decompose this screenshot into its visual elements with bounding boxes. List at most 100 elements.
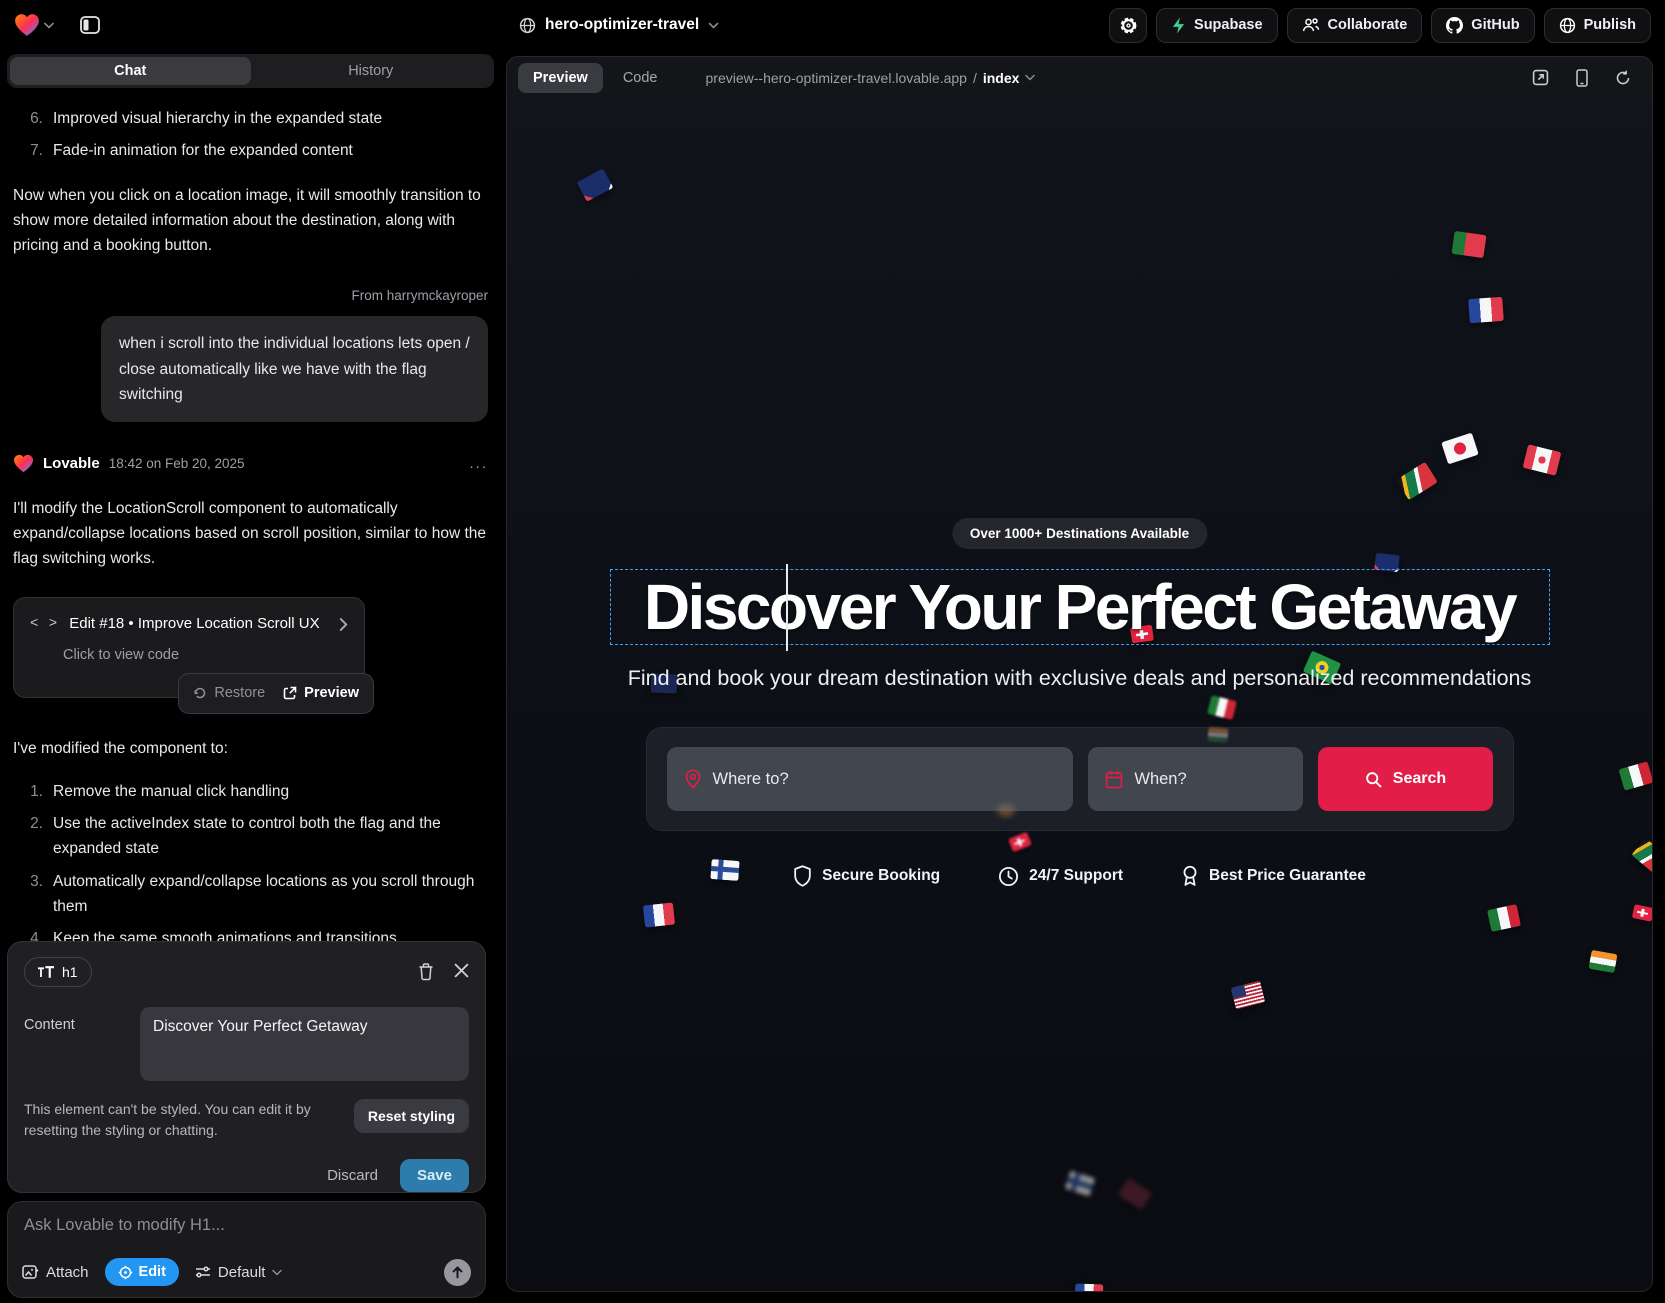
publish-label: Publish xyxy=(1584,17,1636,33)
hero-title[interactable]: Discover Your Perfect Getaway xyxy=(644,570,1515,644)
where-placeholder: Where to? xyxy=(713,770,789,789)
preview-panel: Preview Code preview--hero-optimizer-tra… xyxy=(506,56,1653,1292)
lovable-logo-menu[interactable] xyxy=(14,13,54,37)
text-caret xyxy=(786,564,788,651)
chevron-down-icon xyxy=(1025,74,1035,81)
chevron-down-icon xyxy=(272,1269,282,1276)
tab-code[interactable]: Code xyxy=(623,70,658,86)
supabase-label: Supabase xyxy=(1194,17,1263,33)
calendar-icon xyxy=(1105,770,1123,789)
map-pin-icon xyxy=(684,769,702,789)
content-label: Content xyxy=(24,1007,126,1081)
settings-button[interactable] xyxy=(1109,8,1147,43)
list-item: 7.Fade-in animation for the expanded con… xyxy=(23,138,488,163)
refresh-icon[interactable] xyxy=(1615,70,1631,86)
lovable-heart-icon xyxy=(14,13,40,37)
tab-chat[interactable]: Chat xyxy=(10,57,251,85)
trash-icon[interactable] xyxy=(418,963,434,981)
github-button[interactable]: GitHub xyxy=(1431,8,1534,43)
attach-button[interactable]: Attach xyxy=(22,1264,89,1281)
composer-placeholder[interactable]: Ask Lovable to modify H1... xyxy=(24,1216,469,1235)
feature-best-price: Best Price Guarantee xyxy=(1181,865,1366,887)
people-icon xyxy=(1302,17,1320,33)
message-timestamp: 18:42 on Feb 20, 2025 xyxy=(109,453,245,475)
lovable-heart-icon xyxy=(13,454,34,473)
message-author-label: From harrymckayroper xyxy=(13,285,488,307)
chevron-down-icon xyxy=(708,22,719,29)
list-item: 3.Automatically expand/collapse location… xyxy=(23,869,488,919)
features-row: Secure Booking 24/7 Support Best Price G… xyxy=(507,865,1652,887)
reset-styling-button[interactable]: Reset styling xyxy=(354,1099,469,1133)
element-tag-badge: h1 xyxy=(24,957,92,987)
message-menu-button[interactable]: ... xyxy=(469,452,488,476)
close-icon[interactable] xyxy=(454,963,469,981)
where-input[interactable]: Where to? xyxy=(667,747,1074,811)
assistant-paragraph: I'll modify the LocationScroll component… xyxy=(13,496,488,571)
collaborate-button[interactable]: Collaborate xyxy=(1287,8,1423,43)
chevron-right-icon xyxy=(339,618,348,631)
edit-card-subtitle: Click to view code xyxy=(63,644,348,667)
topbar: hero-optimizer-travel Supabase Collabora… xyxy=(0,0,1665,50)
image-icon xyxy=(22,1265,39,1280)
sidebar-toggle-button[interactable] xyxy=(72,7,108,43)
github-label: GitHub xyxy=(1471,17,1519,33)
list-item: 1.Remove the manual click handling xyxy=(23,779,488,804)
globe-icon xyxy=(519,17,536,34)
mx-flag xyxy=(1619,761,1652,790)
editor-header: h1 xyxy=(24,957,469,987)
publish-button[interactable]: Publish xyxy=(1544,8,1651,43)
project-name: hero-optimizer-travel xyxy=(545,16,699,34)
content-input[interactable]: Discover Your Perfect Getaway xyxy=(140,1007,469,1081)
feature-label: Best Price Guarantee xyxy=(1209,867,1366,885)
save-button[interactable]: Save xyxy=(400,1159,469,1192)
destinations-badge: Over 1000+ Destinations Available xyxy=(952,518,1207,549)
url-page: index xyxy=(983,70,1020,86)
type-icon xyxy=(38,966,54,979)
chat-transcript[interactable]: 6.Improved visual hierarchy in the expan… xyxy=(0,92,501,943)
when-input[interactable]: When? xyxy=(1088,747,1303,811)
project-switcher[interactable]: hero-optimizer-travel xyxy=(519,0,719,50)
send-button[interactable] xyxy=(444,1259,471,1286)
tab-history[interactable]: History xyxy=(251,57,492,85)
tab-preview[interactable]: Preview xyxy=(518,63,603,93)
edit-card-title-row: < > Edit #18 • Improve Location Scroll U… xyxy=(30,612,348,636)
search-card: Where to? When? Search xyxy=(646,727,1514,831)
fr-flag xyxy=(1075,1283,1104,1291)
discard-button[interactable]: Discard xyxy=(327,1167,378,1184)
darkred-flag xyxy=(1118,1178,1152,1210)
open-in-new-window-icon[interactable] xyxy=(1532,69,1549,86)
hero-subtitle: Find and book your dream destination wit… xyxy=(507,666,1652,691)
arrow-up-icon xyxy=(451,1266,464,1279)
editor-header-icons xyxy=(418,963,469,981)
award-icon xyxy=(1181,865,1199,887)
restore-button[interactable]: Restore xyxy=(193,682,265,705)
code-icon: < > xyxy=(30,613,58,636)
mobile-view-icon[interactable] xyxy=(1576,69,1588,87)
fr-flag xyxy=(1468,297,1504,323)
search-button[interactable]: Search xyxy=(1318,747,1492,811)
mode-selector[interactable]: Default xyxy=(195,1264,283,1281)
in-flag xyxy=(1589,950,1618,973)
edit-version-card[interactable]: < > Edit #18 • Improve Location Scroll U… xyxy=(13,597,365,698)
globe-icon xyxy=(1559,17,1576,34)
when-placeholder: When? xyxy=(1134,770,1186,789)
preview-url[interactable]: preview--hero-optimizer-travel.lovable.a… xyxy=(706,70,1036,86)
gear-icon xyxy=(1119,16,1138,35)
shield-icon xyxy=(793,865,812,887)
h1-selection-outline[interactable]: Discover Your Perfect Getaway xyxy=(610,569,1550,645)
panel-left-icon xyxy=(79,14,101,36)
hero-section: Over 1000+ Destinations Available Discov… xyxy=(507,98,1652,1291)
supabase-button[interactable]: Supabase xyxy=(1156,8,1278,43)
preview-button[interactable]: Preview xyxy=(283,682,359,705)
mx-flag xyxy=(1207,695,1237,720)
composer[interactable]: Ask Lovable to modify H1... Attach Edit … xyxy=(7,1201,486,1298)
au-flag xyxy=(577,169,614,203)
pt-flag xyxy=(1451,231,1486,258)
styling-note: This element can't be styled. You can ed… xyxy=(24,1099,340,1141)
edit-mode-toggle[interactable]: Edit xyxy=(105,1258,179,1286)
feature-support: 24/7 Support xyxy=(998,865,1123,887)
feature-secure-booking: Secure Booking xyxy=(793,865,940,887)
chevron-down-icon xyxy=(44,22,54,29)
list-item: 6.Improved visual hierarchy in the expan… xyxy=(23,106,488,131)
preview-header-actions xyxy=(1532,69,1641,87)
